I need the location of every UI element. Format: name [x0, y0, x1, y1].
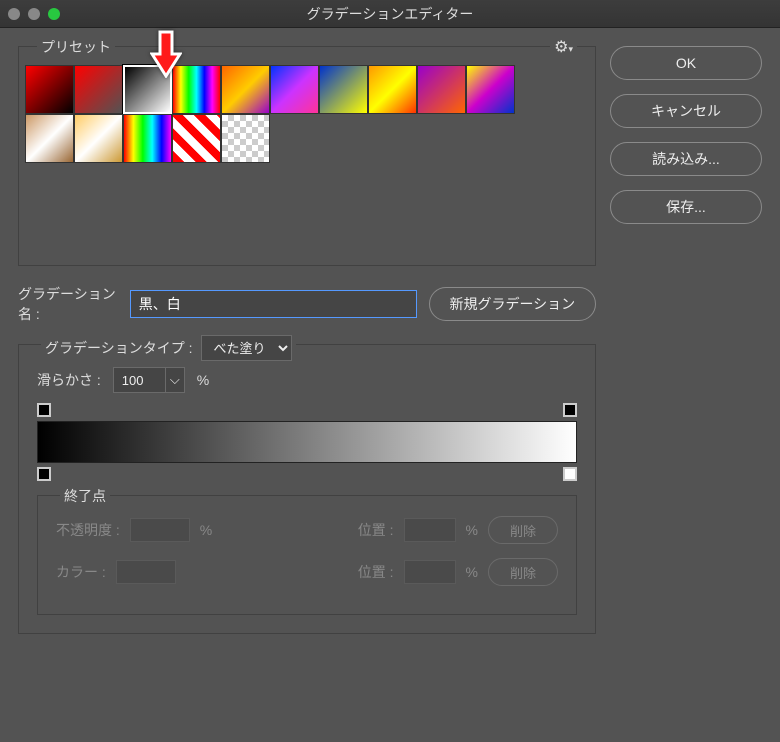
opacity-stop-right[interactable] — [563, 403, 577, 417]
minimize-icon[interactable] — [28, 8, 40, 20]
opacity-pos-unit: % — [466, 522, 478, 538]
preset-swatch[interactable] — [25, 65, 74, 114]
opacity-input — [130, 518, 190, 542]
opacity-pos-label: 位置 : — [358, 520, 394, 540]
callout-arrow — [150, 30, 182, 83]
opacity-pos-input — [404, 518, 456, 542]
opacity-unit: % — [200, 522, 212, 538]
preset-swatch[interactable] — [74, 65, 123, 114]
save-button[interactable]: 保存... — [610, 190, 762, 224]
grad-name-label: グラデーション名 : — [18, 284, 118, 324]
preset-swatch[interactable] — [368, 65, 417, 114]
grad-type-panel: グラデーションタイプ : べた塗り 滑らかさ : ⌵ % 終了点 — [18, 344, 596, 634]
load-button[interactable]: 読み込み... — [610, 142, 762, 176]
preset-swatch[interactable] — [123, 114, 172, 163]
preset-swatch[interactable] — [221, 114, 270, 163]
close-icon[interactable] — [8, 8, 20, 20]
color-pos-input — [404, 560, 456, 584]
window-title: グラデーションエディター — [307, 4, 474, 24]
cancel-button[interactable]: キャンセル — [610, 94, 762, 128]
traffic-lights — [8, 8, 60, 20]
grad-type-select[interactable]: べた塗り — [201, 335, 292, 361]
preset-swatch[interactable] — [417, 65, 466, 114]
new-gradient-button[interactable]: 新規グラデーション — [429, 287, 596, 321]
grad-name-input[interactable] — [130, 290, 417, 318]
preset-swatch[interactable] — [221, 65, 270, 114]
titlebar: グラデーションエディター — [0, 0, 780, 28]
stops-title: 終了点 — [60, 486, 110, 506]
preset-label: プリセット — [37, 37, 115, 57]
preset-swatch[interactable] — [319, 65, 368, 114]
smoothness-label: 滑らかさ : — [37, 370, 101, 390]
preset-swatches — [25, 65, 535, 163]
opacity-delete-button: 削除 — [488, 516, 558, 544]
color-stop-right[interactable] — [563, 467, 577, 481]
opacity-label: 不透明度 : — [56, 520, 120, 540]
preset-swatch[interactable] — [270, 65, 319, 114]
gear-icon[interactable]: ⚙▾ — [550, 37, 577, 57]
color-stop-left[interactable] — [37, 467, 51, 481]
stops-panel: 終了点 不透明度 : % 位置 : % 削除 カラー : 位置 : — [37, 495, 577, 615]
preset-swatch[interactable] — [172, 114, 221, 163]
smoothness-input[interactable] — [113, 367, 165, 393]
opacity-stop-left[interactable] — [37, 403, 51, 417]
smoothness-dropdown[interactable]: ⌵ — [165, 367, 185, 393]
color-input — [116, 560, 176, 584]
maximize-icon[interactable] — [48, 8, 60, 20]
gradient-bar[interactable] — [37, 421, 577, 463]
color-delete-button: 削除 — [488, 558, 558, 586]
color-pos-label: 位置 : — [358, 562, 394, 582]
grad-type-label: グラデーションタイプ : — [45, 338, 193, 358]
preset-swatch[interactable] — [25, 114, 74, 163]
preset-panel: プリセット ⚙▾ — [18, 46, 596, 266]
color-pos-unit: % — [466, 564, 478, 580]
smoothness-unit: % — [197, 372, 209, 388]
preset-swatch[interactable] — [74, 114, 123, 163]
preset-swatch[interactable] — [466, 65, 515, 114]
ok-button[interactable]: OK — [610, 46, 762, 80]
color-label: カラー : — [56, 562, 106, 582]
